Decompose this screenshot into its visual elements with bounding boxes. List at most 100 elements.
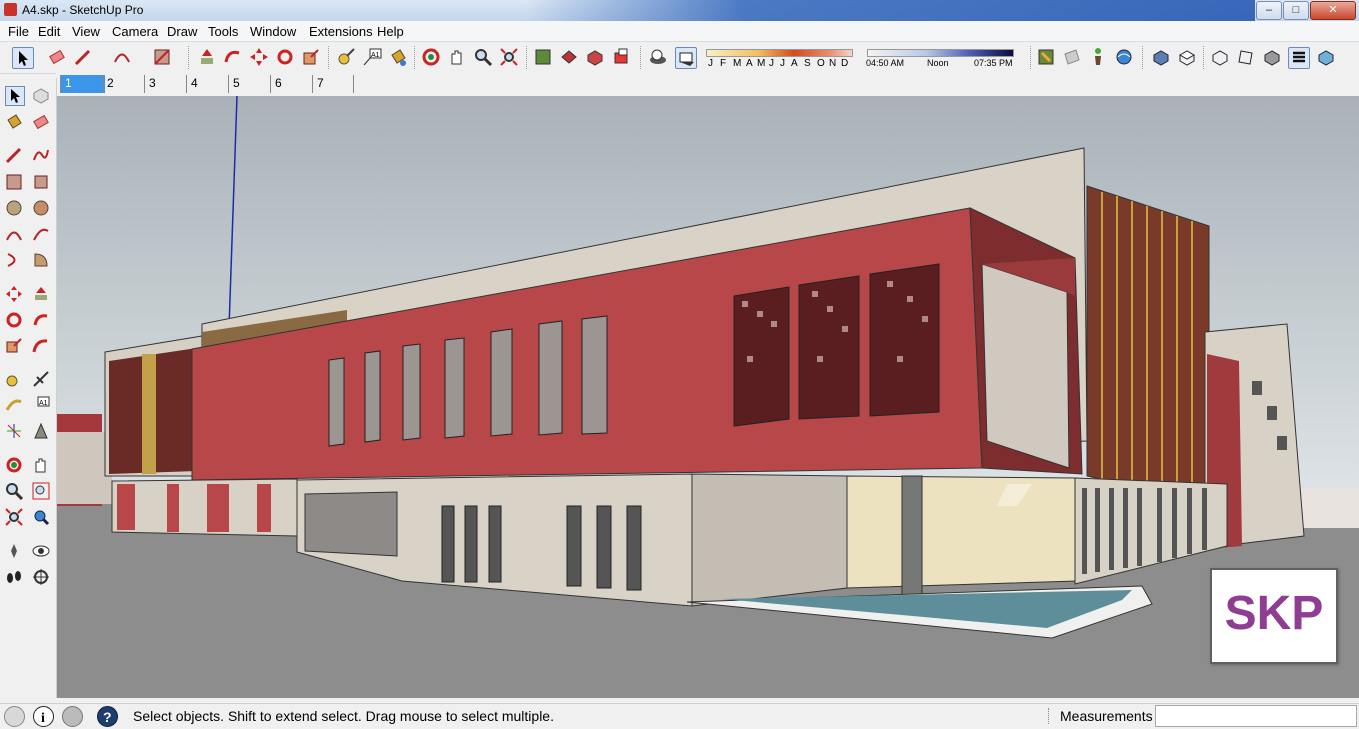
scale-icon[interactable]	[5, 337, 23, 355]
shadow-time-slider[interactable]: 04:50 AM Noon 07:35 PM	[864, 48, 1016, 70]
pan-hand-icon[interactable]	[32, 456, 50, 474]
month-gradient-bar[interactable]	[706, 49, 853, 57]
scene-tab-7[interactable]: 7	[312, 75, 354, 93]
two-point-arc-icon[interactable]	[32, 225, 50, 243]
instructor-help-icon[interactable]: ?	[97, 706, 118, 727]
display-shadows-icon[interactable]	[675, 47, 697, 69]
close-button[interactable]: ✕	[1310, 1, 1356, 20]
zoom-extents-icon[interactable]	[499, 47, 519, 67]
xray-style-icon[interactable]	[1210, 47, 1230, 67]
menu-edit[interactable]: Edit	[38, 24, 60, 39]
previous-view-icon[interactable]	[32, 508, 50, 526]
rectangle-icon[interactable]	[152, 47, 172, 67]
zoom-icon[interactable]	[5, 482, 24, 501]
scene-tab-5[interactable]: 5	[228, 75, 269, 93]
rotated-rectangle-icon[interactable]	[32, 173, 50, 191]
3d-text-icon[interactable]	[32, 422, 50, 440]
select-tool-icon[interactable]	[12, 47, 34, 69]
shadow-settings-icon[interactable]	[648, 47, 668, 67]
user-account-icon[interactable]	[62, 706, 83, 727]
monochrome-style-icon[interactable]	[1316, 47, 1336, 67]
zoom-window-icon[interactable]	[32, 482, 50, 500]
pencil-line-icon[interactable]	[73, 47, 93, 67]
model-viewport[interactable]	[57, 96, 1359, 698]
menu-view[interactable]: View	[72, 24, 100, 39]
arc-icon[interactable]	[112, 47, 132, 67]
push-pull-icon[interactable]	[197, 47, 217, 67]
tape-measure-icon[interactable]	[336, 47, 356, 67]
three-point-arc-icon[interactable]	[5, 251, 23, 269]
shadow-month-slider[interactable]: J F M A M J J A S O N D	[703, 48, 853, 70]
eraser-icon[interactable]	[47, 47, 67, 67]
position-camera-icon[interactable]	[5, 542, 23, 560]
follow-me-icon[interactable]	[32, 311, 50, 329]
make-component-icon[interactable]	[32, 86, 50, 104]
offset-icon[interactable]	[32, 337, 50, 355]
zoom-icon[interactable]	[473, 47, 493, 67]
axes-icon[interactable]	[5, 422, 23, 440]
polygon-icon[interactable]	[32, 199, 50, 217]
scene-tab-3[interactable]: 3	[144, 75, 185, 93]
menu-camera[interactable]: Camera	[112, 24, 158, 39]
section-plane-icon[interactable]	[1036, 47, 1056, 67]
push-pull-icon[interactable]	[32, 285, 50, 303]
measurements-input[interactable]	[1155, 705, 1357, 727]
circle-icon[interactable]	[5, 199, 23, 217]
pie-icon[interactable]	[32, 251, 50, 269]
orbit-icon[interactable]	[5, 456, 23, 474]
walk-footprints-icon[interactable]	[5, 568, 23, 586]
pan-hand-icon[interactable]	[447, 47, 467, 67]
tape-measure-icon[interactable]	[5, 370, 23, 388]
dimension-icon[interactable]	[32, 370, 50, 388]
scene-tab-4[interactable]: 4	[186, 75, 227, 93]
top-view-icon[interactable]	[1177, 47, 1197, 67]
iso-view-icon[interactable]	[1151, 47, 1171, 67]
menu-file[interactable]: File	[8, 24, 29, 39]
text-label-icon[interactable]: A1	[362, 47, 382, 67]
move-icon[interactable]	[249, 47, 269, 67]
rotate-icon[interactable]	[275, 47, 295, 67]
share-component-icon[interactable]	[559, 47, 579, 67]
menu-tools[interactable]: Tools	[208, 24, 238, 39]
eraser-icon[interactable]	[32, 113, 50, 131]
geo-location-status-icon[interactable]	[4, 706, 25, 727]
arc-icon[interactable]	[5, 225, 23, 243]
text-label-icon[interactable]: A1	[32, 396, 50, 414]
zoom-extents-icon[interactable]	[5, 508, 23, 526]
shaded-with-textures-icon[interactable]	[1288, 47, 1310, 69]
menu-draw[interactable]: Draw	[167, 24, 197, 39]
building-model-render	[57, 96, 1359, 698]
minimize-button[interactable]: –	[1256, 1, 1282, 20]
rotate-icon[interactable]	[5, 311, 23, 329]
get-models-icon[interactable]	[585, 47, 605, 67]
scene-tab-6[interactable]: 6	[270, 75, 311, 93]
3d-warehouse-icon[interactable]	[533, 47, 553, 67]
scale-icon[interactable]	[301, 47, 321, 67]
select-tool-icon[interactable]	[5, 86, 25, 106]
section-plane-icon[interactable]	[32, 568, 50, 586]
line-icon[interactable]	[5, 146, 23, 164]
credits-info-icon[interactable]: i	[33, 706, 54, 727]
paint-bucket-icon[interactable]	[5, 113, 23, 131]
walk-person-icon[interactable]	[1088, 47, 1108, 67]
menu-extensions[interactable]: Extensions	[309, 24, 373, 39]
display-section-planes-icon[interactable]	[1062, 47, 1082, 67]
follow-me-icon[interactable]	[223, 47, 243, 67]
menu-help[interactable]: Help	[377, 24, 404, 39]
freehand-icon[interactable]	[32, 146, 50, 164]
geo-location-icon[interactable]	[1114, 47, 1134, 67]
wireframe-style-icon[interactable]	[1236, 47, 1256, 67]
time-gradient-bar[interactable]	[867, 49, 1014, 57]
hidden-line-style-icon[interactable]	[1262, 47, 1282, 67]
look-around-eye-icon[interactable]	[32, 542, 50, 560]
scene-tab-1[interactable]: 1	[60, 75, 105, 93]
maximize-button[interactable]: □	[1283, 1, 1309, 20]
scene-tab-2[interactable]: 2	[102, 75, 143, 93]
extension-warehouse-icon[interactable]	[611, 47, 631, 67]
orbit-icon[interactable]	[421, 47, 441, 67]
paint-bucket-icon[interactable]	[388, 47, 408, 67]
menu-window[interactable]: Window	[250, 24, 296, 39]
move-icon[interactable]	[5, 285, 23, 303]
rectangle-icon[interactable]	[5, 173, 23, 191]
protractor-icon[interactable]	[5, 396, 23, 414]
